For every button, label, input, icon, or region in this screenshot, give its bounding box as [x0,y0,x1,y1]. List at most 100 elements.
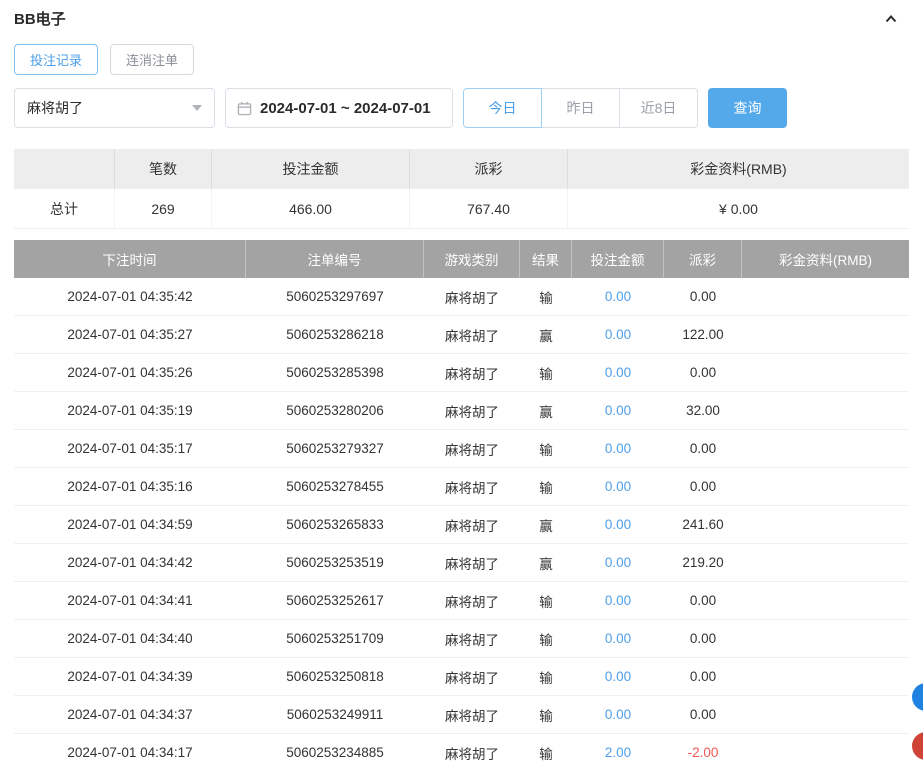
chevron-up-icon [883,15,899,30]
cell-result: 输 [520,620,572,658]
cell-bonus [742,544,909,582]
cell-game-type: 麻将胡了 [424,468,520,506]
cell-result: 输 [520,696,572,734]
cell-bet-time: 2024-07-01 04:34:40 [14,620,246,658]
cell-game-type: 麻将胡了 [424,430,520,468]
cell-bet-amount-link[interactable]: 0.00 [572,392,664,430]
summary-col-blank [14,149,115,189]
quick-filter-last-8-days[interactable]: 近8日 [619,88,698,128]
cell-result: 赢 [520,506,572,544]
cell-order-id: 5060253265833 [246,506,424,544]
summary-col-bet-amount: 投注金额 [212,149,410,189]
cell-payout: 241.60 [664,506,742,544]
filters-bar: 麻将胡了 2024-07-01 ~ 2024-07-01 今日 昨日 近8日 查… [0,75,923,128]
cell-bet-time: 2024-07-01 04:34:42 [14,544,246,582]
cell-game-type: 麻将胡了 [424,734,520,761]
cell-bonus [742,468,909,506]
cell-bet-time: 2024-07-01 04:35:27 [14,316,246,354]
date-range-picker[interactable]: 2024-07-01 ~ 2024-07-01 [225,88,453,128]
cell-order-id: 5060253297697 [246,278,424,316]
quick-filter-yesterday[interactable]: 昨日 [541,88,620,128]
summary-col-count: 笔数 [115,149,212,189]
cell-bonus [742,354,909,392]
cell-order-id: 5060253234885 [246,734,424,761]
game-select-value: 麻将胡了 [27,98,83,118]
cell-order-id: 5060253279327 [246,430,424,468]
date-range-value: 2024-07-01 ~ 2024-07-01 [260,100,431,117]
cell-bet-amount-link[interactable]: 0.00 [572,696,664,734]
tabs-bar: 投注记录 连消注单 [0,29,923,75]
cell-bet-time: 2024-07-01 04:34:59 [14,506,246,544]
summary-header-row: 笔数 投注金额 派彩 彩金资料(RMB) [14,149,909,189]
col-header-game-type: 游戏类别 [424,240,520,278]
cell-bonus [742,278,909,316]
records-table: 下注时间 注单编号 游戏类别 结果 投注金额 派彩 彩金资料(RMB) 2024… [14,240,909,761]
col-header-bet-amount: 投注金额 [572,240,664,278]
cell-payout: 0.00 [664,468,742,506]
cell-result: 输 [520,468,572,506]
panel-header: BB电子 [0,0,923,29]
tab-bet-records[interactable]: 投注记录 [14,44,98,75]
summary-total-bet-amount: 466.00 [212,189,410,229]
cell-bonus [742,506,909,544]
cell-game-type: 麻将胡了 [424,354,520,392]
cell-bet-amount-link[interactable]: 0.00 [572,582,664,620]
cell-bonus [742,696,909,734]
cell-bet-amount-link[interactable]: 0.00 [572,278,664,316]
col-header-bonus: 彩金资料(RMB) [742,240,909,278]
cell-order-id: 5060253250818 [246,658,424,696]
cell-bet-time: 2024-07-01 04:34:41 [14,582,246,620]
cell-bet-time: 2024-07-01 04:35:19 [14,392,246,430]
cell-bet-amount-link[interactable]: 0.00 [572,354,664,392]
cell-bet-amount-link[interactable]: 0.00 [572,658,664,696]
cell-bet-amount-link[interactable]: 0.00 [572,316,664,354]
cell-order-id: 5060253251709 [246,620,424,658]
table-body: 2024-07-01 04:35:42 5060253297697 麻将胡了 输… [14,278,909,761]
page-title: BB电子 [14,8,66,29]
cell-bet-amount-link[interactable]: 0.00 [572,430,664,468]
cell-payout: 0.00 [664,354,742,392]
summary-table: 笔数 投注金额 派彩 彩金资料(RMB) 总计 269 466.00 767.4… [14,149,909,229]
cell-game-type: 麻将胡了 [424,620,520,658]
quick-filter-today[interactable]: 今日 [463,88,542,128]
cell-order-id: 5060253286218 [246,316,424,354]
cell-game-type: 麻将胡了 [424,506,520,544]
game-select[interactable]: 麻将胡了 [14,88,215,128]
summary-total-label: 总计 [14,189,115,229]
cell-bet-amount-link[interactable]: 0.00 [572,506,664,544]
cell-bonus [742,658,909,696]
cell-game-type: 麻将胡了 [424,278,520,316]
cell-game-type: 麻将胡了 [424,696,520,734]
cell-bet-time: 2024-07-01 04:34:37 [14,696,246,734]
floating-service-button[interactable] [912,683,923,711]
floating-action-button[interactable] [912,732,923,760]
summary-total-row: 总计 269 466.00 767.40 ¥ 0.00 [14,189,909,229]
cell-game-type: 麻将胡了 [424,392,520,430]
calendar-icon [237,101,252,116]
cell-bonus [742,392,909,430]
cell-payout: 32.00 [664,392,742,430]
table-row: 2024-07-01 04:35:16 5060253278455 麻将胡了 输… [14,468,909,506]
search-button[interactable]: 查询 [708,88,787,128]
collapse-panel-button[interactable] [881,9,901,29]
cell-payout: 0.00 [664,620,742,658]
cell-bet-amount-link[interactable]: 0.00 [572,468,664,506]
table-row: 2024-07-01 04:35:19 5060253280206 麻将胡了 赢… [14,392,909,430]
cell-payout: -2.00 [664,734,742,761]
cell-payout: 0.00 [664,658,742,696]
cell-payout: 219.20 [664,544,742,582]
cell-result: 赢 [520,544,572,582]
cell-payout: 0.00 [664,582,742,620]
cell-payout: 0.00 [664,430,742,468]
summary-col-bonus: 彩金资料(RMB) [568,149,909,189]
cell-bonus [742,620,909,658]
cell-game-type: 麻将胡了 [424,582,520,620]
cell-bet-amount-link[interactable]: 0.00 [572,544,664,582]
cell-result: 输 [520,658,572,696]
tab-cascade-orders[interactable]: 连消注单 [110,44,194,75]
cell-bet-amount-link[interactable]: 0.00 [572,620,664,658]
cell-result: 输 [520,354,572,392]
table-row: 2024-07-01 04:35:26 5060253285398 麻将胡了 输… [14,354,909,392]
table-row: 2024-07-01 04:35:42 5060253297697 麻将胡了 输… [14,278,909,316]
cell-bet-amount-link[interactable]: 2.00 [572,734,664,761]
